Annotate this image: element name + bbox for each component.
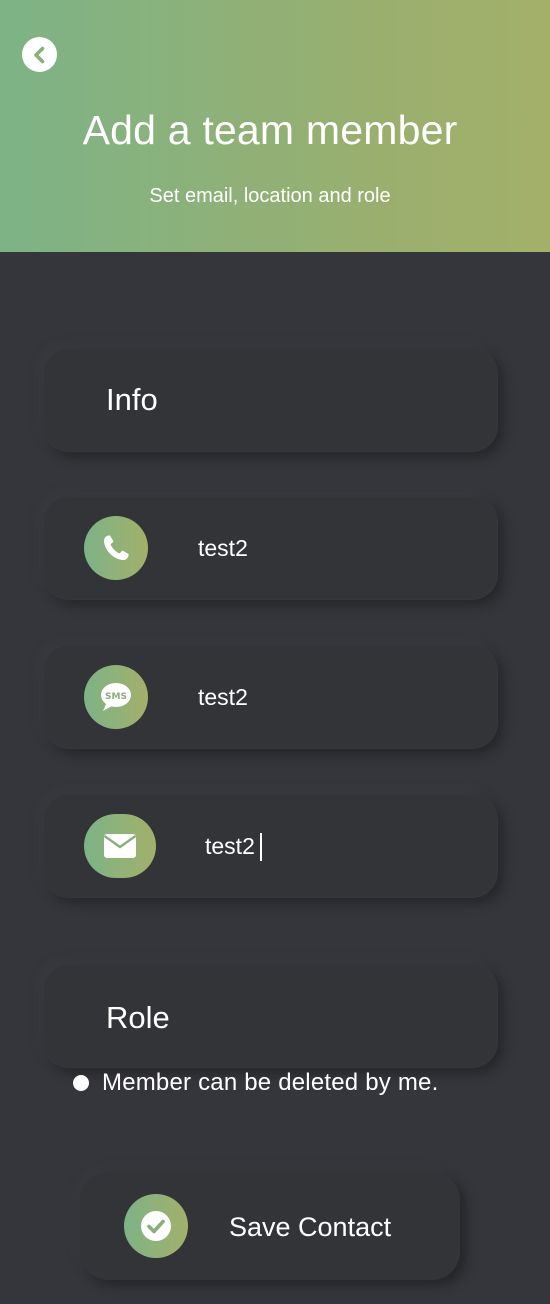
role-option-delete[interactable]: Member can be deleted by me. <box>73 1068 438 1098</box>
page-subtitle: Set email, location and role <box>149 185 391 207</box>
sms-field-card: SMS <box>43 645 498 749</box>
check-circle-icon <box>141 1211 171 1241</box>
sms-icon: SMS <box>101 683 131 711</box>
info-title: Info <box>106 382 158 417</box>
sms-input[interactable] <box>198 681 458 713</box>
phone-field-card <box>43 496 498 600</box>
save-contact-button[interactable]: Save Contact <box>80 1172 460 1280</box>
text-caret <box>260 833 262 861</box>
email-icon-badge <box>84 814 156 878</box>
info-card: Info <box>43 348 498 452</box>
sms-icon-badge: SMS <box>84 665 148 729</box>
email-field-card <box>43 794 498 898</box>
role-title: Role <box>106 1000 170 1035</box>
radio-button[interactable] <box>73 1075 89 1091</box>
role-card: Role <box>43 964 498 1068</box>
check-badge <box>124 1194 188 1258</box>
sms-icon-text: SMS <box>105 692 127 702</box>
envelope-icon <box>103 834 137 858</box>
phone-icon <box>104 535 129 560</box>
chevron-left-icon <box>33 46 44 63</box>
phone-input[interactable] <box>198 532 458 564</box>
save-contact-label: Save Contact <box>229 1212 392 1242</box>
role-option-label: Member can be deleted by me. <box>102 1069 439 1096</box>
email-input[interactable] <box>205 830 465 862</box>
header: Add a team member Set email, location an… <box>0 0 550 252</box>
phone-icon-badge <box>84 516 148 580</box>
page-title: Add a team member <box>82 107 458 153</box>
back-button[interactable] <box>22 37 57 72</box>
